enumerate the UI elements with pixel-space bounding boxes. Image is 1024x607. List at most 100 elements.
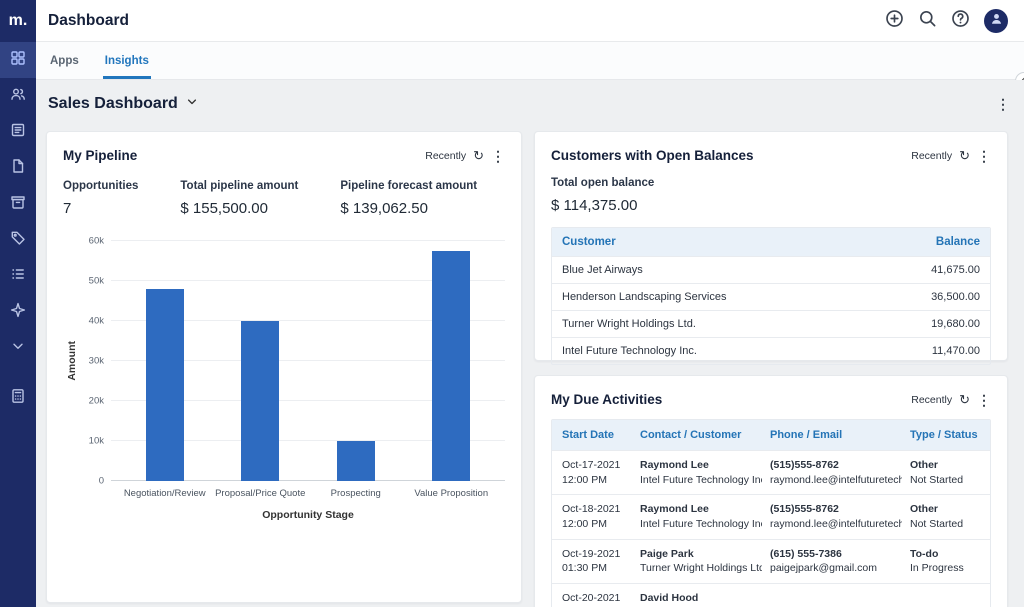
search-button[interactable] xyxy=(918,9,937,33)
pipeline-stat: Pipeline forecast amount $ 139,062.50 xyxy=(340,180,477,217)
user-avatar[interactable] xyxy=(984,9,1008,33)
kebab-menu-icon[interactable]: ⋮ xyxy=(977,149,991,163)
cell-primary: Other xyxy=(910,458,980,473)
pipeline-stats: Opportunities7 Total pipeline amount $ 155… xyxy=(63,180,505,217)
stat-label: Total pipeline amount xyxy=(180,180,298,192)
refresh-icon[interactable]: ↻ xyxy=(959,393,970,406)
cell: Raymond LeeIntel Future Technology Inc. xyxy=(640,458,770,487)
app-window: m. Dashboard AppsInsights Sales Dashboar… xyxy=(0,0,1024,607)
recency-label[interactable]: Recently xyxy=(425,150,466,162)
add-button[interactable] xyxy=(885,9,904,33)
cell-secondary: raymond.lee@intelfuturetech xyxy=(770,473,902,488)
report-icon xyxy=(10,122,26,143)
tags-icon xyxy=(10,230,26,251)
table-row[interactable]: Turner Wright Holdings Ltd.19,680.00 xyxy=(552,310,990,337)
sidebar-item-reports[interactable] xyxy=(0,114,36,150)
recency-label[interactable]: Recently xyxy=(911,394,952,406)
bar-column xyxy=(213,241,309,481)
bars xyxy=(111,241,505,481)
kebab-menu-icon[interactable]: ⋮ xyxy=(977,393,991,407)
column-header: Type / Status xyxy=(910,429,980,441)
due-activities-body: Oct-17-202112:00 PMRaymond LeeIntel Futu… xyxy=(552,450,990,607)
estimates-icon xyxy=(10,194,26,215)
header-actions xyxy=(885,9,1008,33)
cell-primary: Oct-20-2021 xyxy=(562,591,632,606)
column-header: Customer xyxy=(562,236,890,248)
stat-label: Pipeline forecast amount xyxy=(340,180,477,192)
customer-cell: Turner Wright Holdings Ltd. xyxy=(562,318,890,330)
bar-column xyxy=(404,241,500,481)
x-axis-labels: Negotiation/ReviewProposal/Price QuotePr… xyxy=(111,488,505,500)
bar-3[interactable] xyxy=(337,441,375,481)
bar-1[interactable] xyxy=(146,289,184,481)
open-balances-head: CustomerBalance xyxy=(552,228,990,256)
tabs: Apps Insights xyxy=(48,42,151,79)
card-actions: Recently ↻ ⋮ xyxy=(425,149,505,163)
cell-primary: Raymond Lee xyxy=(640,502,762,517)
refresh-icon[interactable]: ↻ xyxy=(473,149,484,162)
stat-value: $ 155,500.00 xyxy=(180,200,298,217)
y-tick-label: 50k xyxy=(89,276,104,287)
table-row[interactable]: Blue Jet Airways41,675.00 xyxy=(552,256,990,283)
sidebar-item-automation[interactable] xyxy=(0,294,36,330)
balance-cell: 19,680.00 xyxy=(890,318,980,330)
cell-primary: Oct-19-2021 xyxy=(562,547,632,562)
cell: Oct-19-202101:30 PM xyxy=(562,547,640,576)
kebab-menu-icon[interactable]: ⋮ xyxy=(491,149,505,163)
pipeline-stat: Opportunities7 xyxy=(63,180,138,217)
open-balances-table: CustomerBalance Blue Jet Airways41,675.0… xyxy=(551,227,991,365)
cell-primary: Oct-18-2021 xyxy=(562,502,632,517)
tab-apps[interactable]: Apps xyxy=(48,42,81,79)
cell: David Hood xyxy=(640,591,770,606)
automation-icon xyxy=(10,302,26,323)
y-tick-label: 0 xyxy=(99,476,104,487)
y-axis-title: Amount xyxy=(66,341,78,381)
dashboard-title: Sales Dashboard xyxy=(48,95,178,113)
cell: (515)555-8762raymond.lee@intelfuturetech xyxy=(770,502,910,531)
table-row[interactable]: Henderson Landscaping Services36,500.00 xyxy=(552,283,990,310)
sidebar-item-documents[interactable] xyxy=(0,150,36,186)
y-tick-label: 60k xyxy=(89,236,104,247)
help-button[interactable] xyxy=(951,9,970,33)
cell-secondary: raymond.lee@intelfuturetech xyxy=(770,517,902,532)
cell-primary: Oct-17-2021 xyxy=(562,458,632,473)
refresh-icon[interactable]: ↻ xyxy=(959,149,970,162)
card-title: My Due Activities xyxy=(551,392,662,407)
pipeline-card: My Pipeline Recently ↻ ⋮ Opportunities7 T… xyxy=(46,131,522,603)
list-icon xyxy=(10,266,26,287)
cell-secondary: Intel Future Technology Inc. xyxy=(640,473,762,488)
cell-secondary: Turner Wright Holdings Ltd. xyxy=(640,561,762,576)
sidebar-item-apps[interactable] xyxy=(0,42,36,78)
bar-2[interactable] xyxy=(241,321,279,481)
card-title: Customers with Open Balances xyxy=(551,148,754,163)
stat-value: $ 139,062.50 xyxy=(340,200,477,217)
sidebar-item-tags[interactable] xyxy=(0,222,36,258)
table-row[interactable]: Oct-20-2021 David Hood xyxy=(552,583,990,607)
cell-primary: (615) 555-7386 xyxy=(770,547,902,562)
cell-secondary: Intel Future Technology Inc. xyxy=(640,517,762,532)
cell-primary: Paige Park xyxy=(640,547,762,562)
card-header: My Pipeline Recently ↻ ⋮ xyxy=(63,148,505,163)
sidebar-item-lists[interactable] xyxy=(0,258,36,294)
tab-insights[interactable]: Insights xyxy=(103,42,151,79)
sidebar-item-estimates[interactable] xyxy=(0,186,36,222)
customer-cell: Intel Future Technology Inc. xyxy=(562,345,890,357)
sidebar-item-contacts[interactable] xyxy=(0,78,36,114)
table-row[interactable]: Intel Future Technology Inc.11,470.00 xyxy=(552,337,990,364)
balance-cell: 36,500.00 xyxy=(890,291,980,303)
dashboard-selector[interactable]: Sales Dashboard xyxy=(48,95,198,113)
cell-primary: To-do xyxy=(910,547,980,562)
kebab-menu-icon[interactable]: ⋮ xyxy=(996,97,1010,111)
table-row[interactable]: Oct-18-202112:00 PMRaymond LeeIntel Futu… xyxy=(552,494,990,538)
table-row[interactable]: Oct-17-202112:00 PMRaymond LeeIntel Futu… xyxy=(552,450,990,494)
cell: (615) 555-7386paigejpark@gmail.com xyxy=(770,547,910,576)
bar-4[interactable] xyxy=(432,251,470,481)
sidebar-item-more[interactable] xyxy=(0,330,36,366)
column-header: Balance xyxy=(890,236,980,248)
app-logo: m. xyxy=(9,0,28,42)
table-row[interactable]: Oct-19-202101:30 PMPaige ParkTurner Wrig… xyxy=(552,539,990,583)
open-balances-card: Customers with Open Balances Recently ↻ … xyxy=(534,131,1008,361)
x-tick-label: Negotiation/Review xyxy=(117,488,213,500)
sidebar-item-calculator[interactable] xyxy=(0,380,36,416)
recency-label[interactable]: Recently xyxy=(911,150,952,162)
